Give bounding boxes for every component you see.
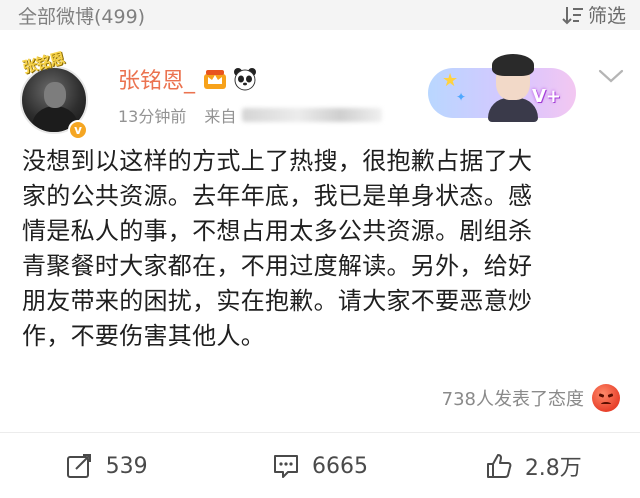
panda-icon[interactable]	[233, 67, 257, 91]
sparkle-icon: ✦	[456, 90, 467, 104]
like-button[interactable]: 2.8万	[427, 434, 640, 498]
source-prefix: 来自	[204, 107, 237, 126]
celebrity-portrait	[488, 54, 538, 122]
post-time: 13分钟前	[118, 107, 187, 126]
repost-icon	[66, 454, 91, 478]
action-bar: 539 6665 2.8万	[0, 434, 640, 498]
weibo-count-label: 全部微博(499)	[18, 6, 146, 28]
angry-face-icon	[592, 384, 620, 412]
fan-promo-banner[interactable]: ★ ✦ V+	[428, 50, 576, 128]
source-blurred	[242, 108, 383, 122]
like-count: 2.8万	[524, 456, 582, 481]
avatar[interactable]: 张铭恩 v	[20, 48, 92, 142]
repost-button[interactable]: 539	[0, 434, 213, 498]
chevron-down-icon[interactable]	[596, 66, 626, 86]
filter-button[interactable]: 筛选	[562, 1, 626, 28]
thumbs-up-icon	[486, 454, 512, 478]
attitude-summary[interactable]: 738人发表了态度	[442, 384, 620, 412]
star-icon: ★	[442, 70, 459, 91]
crown-icon[interactable]	[203, 68, 227, 90]
attitude-text: 738人发表了态度	[441, 389, 584, 410]
comment-button[interactable]: 6665	[213, 434, 426, 498]
post-meta: 13分钟前 来自	[118, 103, 383, 127]
vplus-badge: V+	[532, 86, 562, 107]
verified-badge-icon: v	[68, 120, 88, 140]
post-content: 没想到以这样的方式上了热搜，很抱歉占据了大 家的公共资源。去年年底，我已是单身状…	[22, 147, 533, 350]
sort-filter-icon	[562, 6, 583, 24]
weibo-post-card: 张铭恩 v 张铭恩_ 13分钟前 来自 ★ ✦ V+ 没想到以这样的方式上了热搜…	[0, 30, 640, 498]
repost-count: 539	[105, 453, 148, 479]
top-bar: 全部微博(499) 筛选	[0, 0, 640, 30]
username-link[interactable]: 张铭恩_	[118, 63, 195, 95]
filter-label: 筛选	[587, 5, 626, 27]
comment-icon	[273, 455, 298, 478]
comment-count: 6665	[311, 453, 368, 479]
divider	[0, 432, 640, 433]
